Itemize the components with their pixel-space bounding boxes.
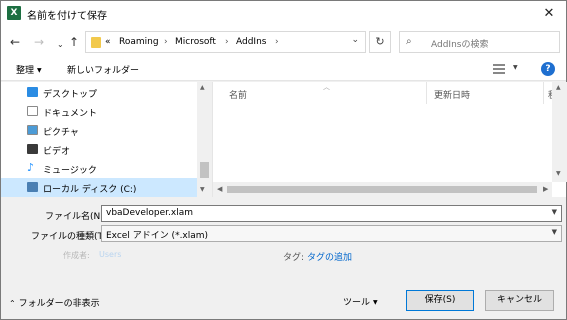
chevron-right-icon[interactable]: › xyxy=(164,37,168,47)
navigation-scrollbar[interactable]: ▲ ▼ xyxy=(197,82,212,197)
view-dropdown-icon[interactable]: ▼ xyxy=(513,64,518,71)
sidebar-item-label: ドキュメント xyxy=(43,109,98,119)
breadcrumb-roaming[interactable]: Roaming xyxy=(119,37,159,47)
scroll-up-icon[interactable]: ▲ xyxy=(556,84,561,91)
new-folder-button[interactable]: 新しいフォルダー xyxy=(67,63,139,76)
organize-label: 整理 xyxy=(16,66,35,76)
address-dropdown-icon[interactable]: ⌄ xyxy=(351,35,359,45)
horizontal-scrollbar[interactable]: ◀ ▶ xyxy=(213,182,552,197)
navigation-pane: デスクトップ ドキュメント ピクチャ ビデオ ♪ ミュージック ローカル ディス… xyxy=(1,82,212,197)
address-bar[interactable]: « Roaming › Microsoft › AddIns › ⌄ xyxy=(85,31,366,53)
sidebar-item-local-disk[interactable]: ローカル ディスク (C:) xyxy=(1,178,197,197)
folder-icon xyxy=(91,37,101,48)
recent-locations-chevron-icon[interactable]: ⌄ xyxy=(57,38,64,52)
chevron-up-icon: ⌃ xyxy=(9,299,16,308)
tools-label: ツール xyxy=(343,298,371,308)
up-arrow-icon[interactable]: ↑ xyxy=(69,35,79,49)
music-icon: ♪ xyxy=(27,161,35,174)
hide-folders-label: フォルダーの非表示 xyxy=(18,299,100,309)
help-icon[interactable]: ? xyxy=(541,62,555,76)
sidebar-item-label: ビデオ xyxy=(43,147,71,157)
column-header-name[interactable]: 名前 xyxy=(229,88,247,101)
filetype-select[interactable]: Excel アドイン (*.xlam) ▼ xyxy=(101,225,562,242)
back-arrow-icon[interactable]: ← xyxy=(10,35,20,49)
title-bar: X 名前を付けて保存 ✕ xyxy=(1,1,566,27)
command-bar: 整理 ▼ 新しいフォルダー ▼ ? xyxy=(1,57,566,81)
tags-label: タグ: xyxy=(283,253,305,263)
sidebar-item-videos[interactable]: ビデオ xyxy=(1,140,197,159)
forward-arrow-icon[interactable]: → xyxy=(34,35,44,49)
scroll-left-icon[interactable]: ◀ xyxy=(217,185,222,193)
documents-icon xyxy=(27,106,38,116)
scroll-down-icon[interactable]: ▼ xyxy=(556,170,561,177)
address-row: ← → ⌄ ↑ « Roaming › Microsoft › AddIns ›… xyxy=(1,27,566,57)
add-tag-link[interactable]: タグの追加 xyxy=(307,250,352,263)
address-overflow[interactable]: « xyxy=(105,37,111,47)
hide-folders-toggle[interactable]: ⌃ フォルダーの非表示 xyxy=(9,296,100,309)
breadcrumb-addins[interactable]: AddIns xyxy=(236,37,266,47)
filetype-value: Excel アドイン (*.xlam) xyxy=(106,231,209,241)
scroll-up-icon[interactable]: ▲ xyxy=(200,84,205,91)
sidebar-item-label: ローカル ディスク (C:) xyxy=(43,185,137,195)
file-list-scrollbar[interactable]: ▲ ▼ xyxy=(552,82,567,182)
refresh-button[interactable]: ↻ xyxy=(369,31,391,53)
save-as-dialog: X 名前を付けて保存 ✕ ← → ⌄ ↑ « Roaming › Microso… xyxy=(0,0,567,320)
sidebar-item-documents[interactable]: ドキュメント xyxy=(1,102,197,121)
column-divider[interactable] xyxy=(426,82,427,104)
view-options-icon[interactable] xyxy=(493,64,505,74)
dialog-title: 名前を付けて保存 xyxy=(27,11,107,22)
sidebar-item-label: ミュージック xyxy=(43,166,97,176)
chevron-right-icon[interactable]: › xyxy=(275,37,279,47)
column-divider[interactable] xyxy=(543,82,544,104)
scroll-down-icon[interactable]: ▼ xyxy=(200,186,205,193)
sidebar-item-pictures[interactable]: ピクチャ xyxy=(1,121,197,140)
scrollbar-thumb[interactable] xyxy=(200,162,209,178)
column-header-modified[interactable]: 更新日時 xyxy=(434,88,470,101)
search-icon: ⌕ xyxy=(406,36,412,47)
desktop-icon xyxy=(27,87,38,97)
dropdown-arrow-icon: ▼ xyxy=(373,299,378,306)
tools-menu[interactable]: ツール ▼ xyxy=(343,295,378,308)
save-button[interactable]: 保存(S) xyxy=(406,290,474,311)
chevron-down-icon[interactable]: ▼ xyxy=(552,208,557,216)
filename-label: ファイル名(N): xyxy=(45,212,107,222)
file-list: ︿ 名前 更新日時 種 ▲ ▼ ◀ ▶ xyxy=(212,82,567,197)
videos-icon xyxy=(27,144,38,154)
sidebar-item-music[interactable]: ♪ ミュージック xyxy=(1,159,197,178)
sort-caret-icon: ︿ xyxy=(323,83,330,91)
filetype-label: ファイルの種類(T): xyxy=(31,232,110,242)
scroll-right-icon[interactable]: ▶ xyxy=(543,185,548,193)
chevron-down-icon[interactable]: ▼ xyxy=(552,228,557,236)
close-button[interactable]: ✕ xyxy=(536,4,562,24)
organize-button[interactable]: 整理 ▼ xyxy=(16,63,42,76)
scrollbar-thumb[interactable] xyxy=(227,186,537,193)
pictures-icon xyxy=(27,125,38,135)
cancel-button[interactable]: キャンセル xyxy=(485,290,554,311)
sidebar-item-label: ピクチャ xyxy=(43,128,79,138)
filename-value: vbaDeveloper.xlam xyxy=(106,208,193,218)
drive-icon xyxy=(27,182,38,192)
author-value[interactable]: Users xyxy=(99,250,121,259)
sidebar-item-label: デスクトップ xyxy=(43,90,98,100)
chevron-right-icon[interactable]: › xyxy=(225,37,229,47)
filename-input[interactable]: vbaDeveloper.xlam ▼ xyxy=(101,205,562,222)
search-input[interactable]: ⌕ AddInsの検索 xyxy=(399,31,560,53)
author-label: 作成者: xyxy=(63,251,90,260)
sidebar-item-desktop[interactable]: デスクトップ xyxy=(1,83,197,102)
breadcrumb-microsoft[interactable]: Microsoft xyxy=(175,37,216,47)
dropdown-arrow-icon: ▼ xyxy=(37,67,42,74)
excel-app-icon: X xyxy=(7,6,21,20)
search-placeholder: AddInsの検索 xyxy=(431,40,489,50)
